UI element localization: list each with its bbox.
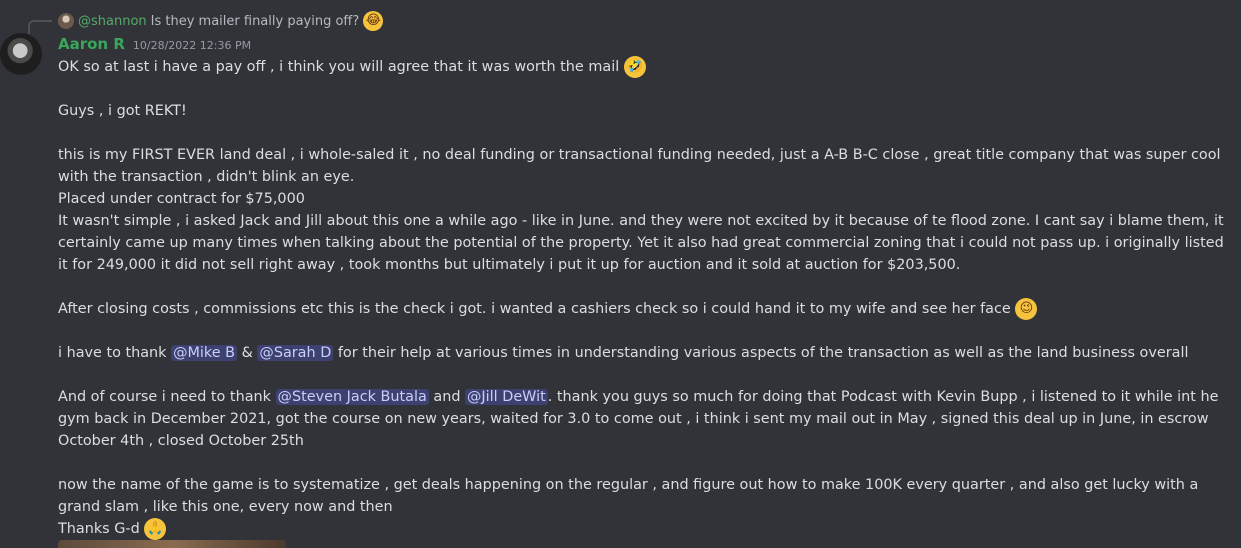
message-paragraph: this is my FIRST EVER land deal , i whol… xyxy=(58,147,1221,185)
message-line: Guys , i got REKT! xyxy=(58,103,187,119)
reply-connector xyxy=(28,20,52,34)
mention-steven[interactable]: @Steven Jack Butala xyxy=(275,389,429,405)
message-paragraph: now the name of the game is to systemati… xyxy=(58,477,1199,515)
message-text: Thanks G-d xyxy=(58,521,140,537)
reply-preview[interactable]: @shannon Is they mailer finally paying o… xyxy=(58,11,384,31)
avatar[interactable] xyxy=(0,33,42,75)
message-text: And of course i need to thank xyxy=(58,389,271,405)
mention-sarah[interactable]: @Sarah D xyxy=(257,345,334,361)
message-line: OK so at last i have a pay off , i think… xyxy=(58,56,1230,78)
message-body: OK so at last i have a pay off , i think… xyxy=(58,56,1230,540)
reply-mention[interactable]: @shannon xyxy=(78,14,147,29)
thanks-line: i have to thank @Mike B & @Sarah D for t… xyxy=(58,342,1230,364)
message-paragraph: After closing costs , commissions etc th… xyxy=(58,298,1230,320)
image-attachment[interactable] xyxy=(58,540,286,548)
message-text: for their help at various times in under… xyxy=(337,345,1189,361)
course-paragraph: And of course i need to thank @Steven Ja… xyxy=(58,386,1230,452)
reply-avatar[interactable] xyxy=(58,13,74,29)
signoff-line: Thanks G-d 🙏 xyxy=(58,518,1230,540)
message-paragraph: It wasn't simple , i asked Jack and Jill… xyxy=(58,213,1224,273)
pray-emoji-icon: 🙏 xyxy=(144,518,167,540)
message-text: & xyxy=(241,345,253,361)
reply-text[interactable]: Is they mailer finally paying off? xyxy=(151,14,360,29)
message-line: Placed under contract for $75,000 xyxy=(58,191,305,207)
joy-emoji-icon: 😂 xyxy=(363,11,384,31)
message-text: OK so at last i have a pay off , i think… xyxy=(58,59,620,75)
wink-emoji-icon: 😉 xyxy=(1015,298,1038,320)
mention-mike[interactable]: @Mike B xyxy=(171,345,238,361)
message-text: After closing costs , commissions etc th… xyxy=(58,301,1011,317)
rofl-emoji-icon: 🤣 xyxy=(623,56,646,78)
message-timestamp[interactable]: 10/28/2022 12:36 PM xyxy=(133,39,251,52)
message-text: and xyxy=(433,389,461,405)
mention-jill[interactable]: @Jill DeWit xyxy=(465,389,548,405)
message-text: i have to thank xyxy=(58,345,167,361)
message-header: Aaron R 10/28/2022 12:36 PM xyxy=(58,35,251,53)
author-name[interactable]: Aaron R xyxy=(58,35,125,53)
